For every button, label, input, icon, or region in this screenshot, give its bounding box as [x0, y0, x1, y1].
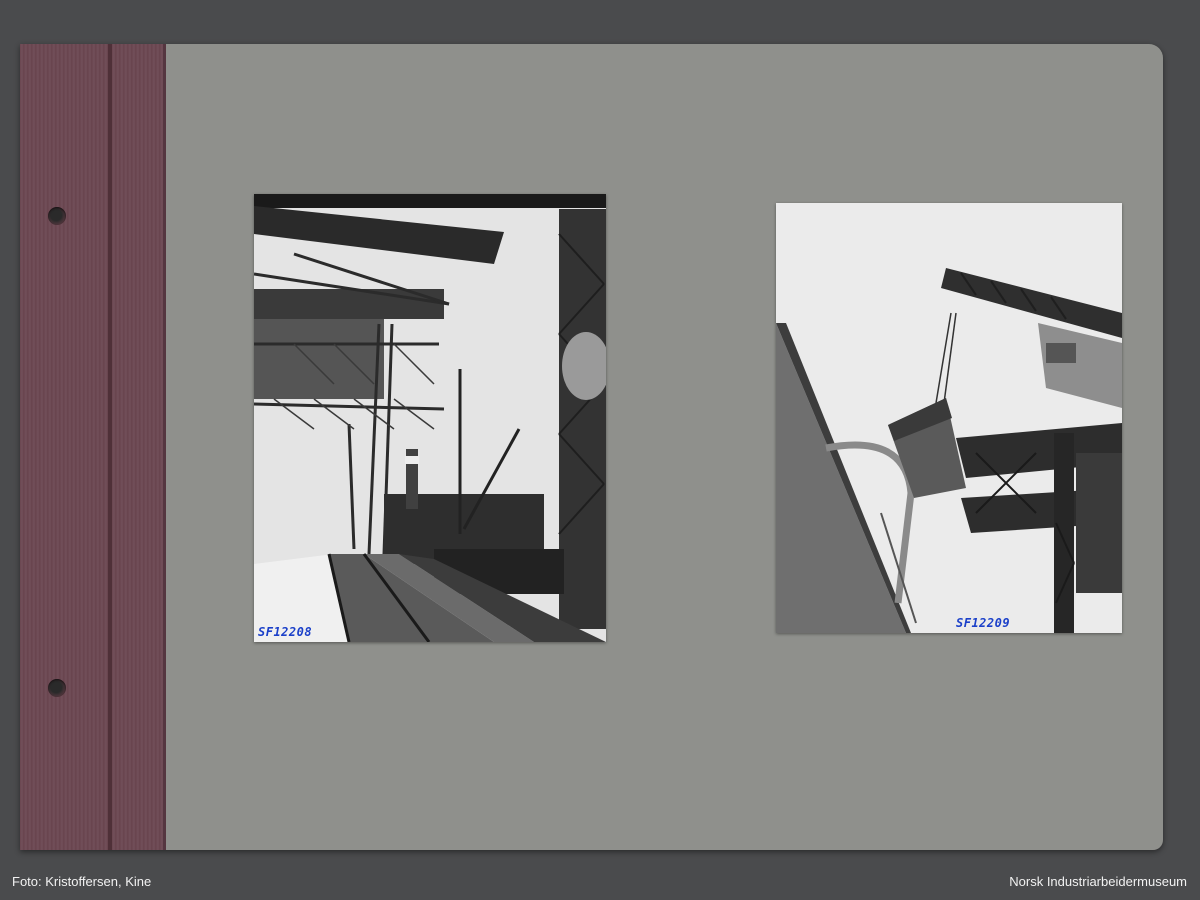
photo-harbour-cranes-image — [254, 194, 606, 642]
institution-credit: Norsk Industriarbeidermuseum — [1009, 874, 1187, 889]
binder-hole-bottom — [48, 679, 66, 697]
spine-edge — [163, 44, 166, 850]
album-spine — [20, 44, 166, 850]
negative-number-label: SF12209 — [956, 616, 1011, 630]
caption-bar: Foto: Kristoffersen, Kine Norsk Industri… — [0, 862, 1200, 900]
spine-fold — [108, 44, 112, 850]
binder-hole-top — [48, 207, 66, 225]
photographer-credit: Foto: Kristoffersen, Kine — [12, 874, 152, 889]
negative-number-label: SF12208 — [258, 625, 313, 639]
photo-harbour-cranes: SF12208 — [254, 194, 606, 642]
photo-crane-bucket-image — [776, 203, 1122, 633]
photo-crane-bucket: SF12209 — [776, 203, 1122, 633]
